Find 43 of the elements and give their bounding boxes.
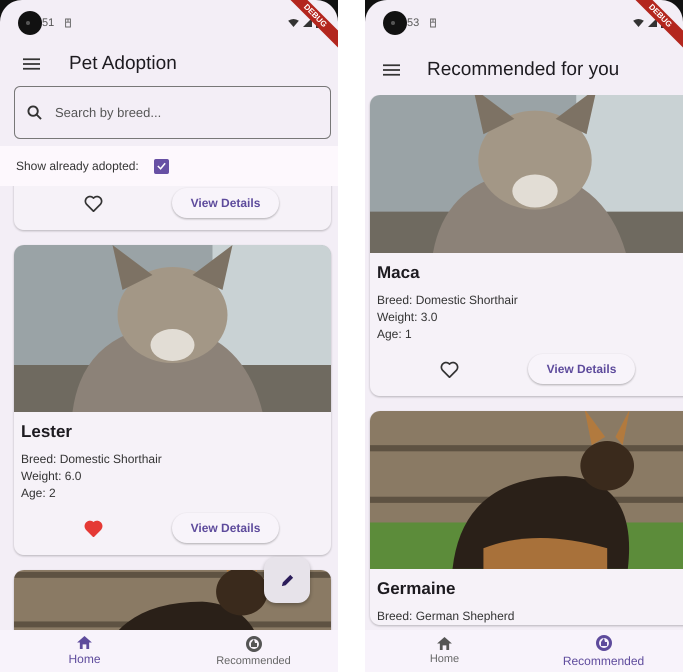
nav-tab[interactable]: Home [365,630,524,672]
pet-name: Maca [377,262,421,284]
pet-name: Lester [21,421,74,443]
home-icon [437,637,452,650]
pet-detail: Weight: 6.0 [21,468,82,485]
recommend-icon [246,636,262,652]
sd-card-icon [429,18,438,28]
pet-detail: Age: 1 [377,326,413,343]
pencil-icon [280,572,294,588]
heart-outline-icon[interactable] [440,360,458,378]
status-time: 53 [407,16,420,28]
view-details-button[interactable]: View Details [528,354,635,384]
camera-cutout-icon [383,10,407,34]
menu-icon[interactable] [23,58,40,70]
edit-button[interactable] [264,557,310,603]
pet-detail: Breed: Domestic Shorthair [21,451,163,468]
checkmark-icon [156,160,167,172]
search-field[interactable]: Search by breed... [14,86,331,139]
search-icon [27,105,42,120]
recommend-icon [596,634,612,650]
sd-card-icon [64,18,72,28]
nav-tab[interactable]: Recommended [169,630,338,672]
wifi-icon [633,18,644,26]
view-details-button[interactable]: View Details [172,188,279,218]
wifi-icon [288,18,299,26]
app-title: Pet Adoption [69,53,177,75]
status-time: 51 [42,16,54,28]
pet-name: Germaine [377,578,456,600]
filter-label: Show already adopted: [16,159,139,173]
camera-cutout-icon [18,10,42,34]
pet-detail: Weight: 3.0 [377,309,438,326]
heart-filled-icon[interactable] [84,520,102,536]
pet-detail: Breed: Domestic Shorthair [377,292,519,309]
pet-detail: Age: 2 [21,485,57,502]
nav-tab[interactable]: Home [0,630,169,672]
home-icon [77,636,92,649]
view-details-button[interactable]: View Details [172,513,279,543]
nav-tab[interactable]: Recommended [524,630,683,672]
heart-outline-icon[interactable] [84,194,102,212]
menu-icon[interactable] [383,64,400,76]
pet-detail: Breed: German Shepherd [377,608,516,625]
app-title: Recommended for you [427,59,620,81]
checkbox[interactable] [154,158,169,174]
